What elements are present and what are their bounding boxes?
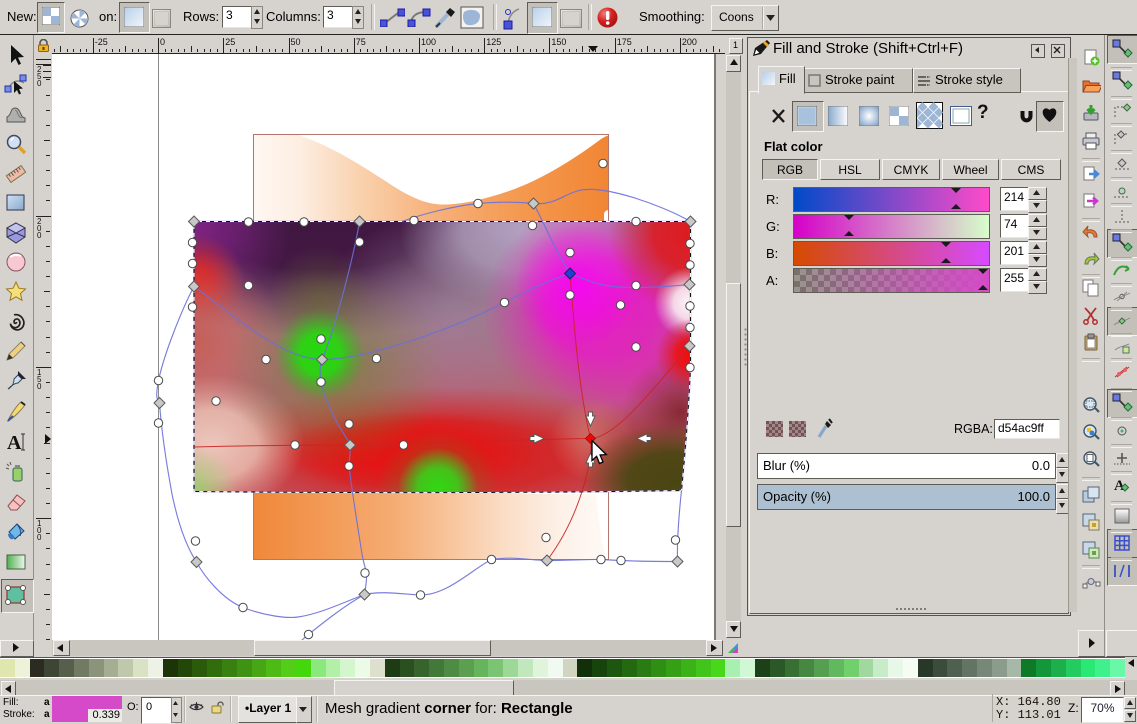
svg-text:A: A [7,432,22,454]
